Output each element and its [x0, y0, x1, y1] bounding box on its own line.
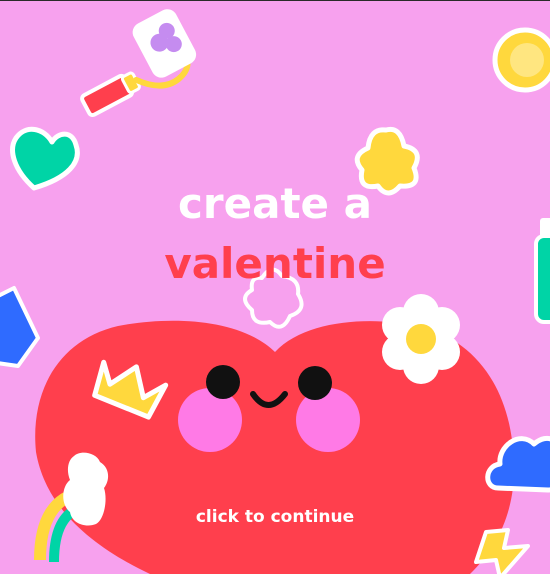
left-eye: [206, 365, 240, 399]
right-cheek: [296, 388, 360, 452]
paint-roller-icon: [80, 9, 197, 117]
left-cheek: [178, 388, 242, 452]
continue-button[interactable]: click to continue: [0, 504, 550, 530]
right-eye: [298, 366, 332, 400]
title-line-2: valentine: [164, 239, 386, 288]
sun-flower-icon: [492, 27, 550, 93]
title-line-1: create a: [178, 179, 372, 228]
lightning-icon: [474, 528, 530, 574]
valentine-start-screen[interactable]: create a valentine click to continue: [0, 0, 550, 574]
blue-gem-icon: [0, 286, 40, 368]
